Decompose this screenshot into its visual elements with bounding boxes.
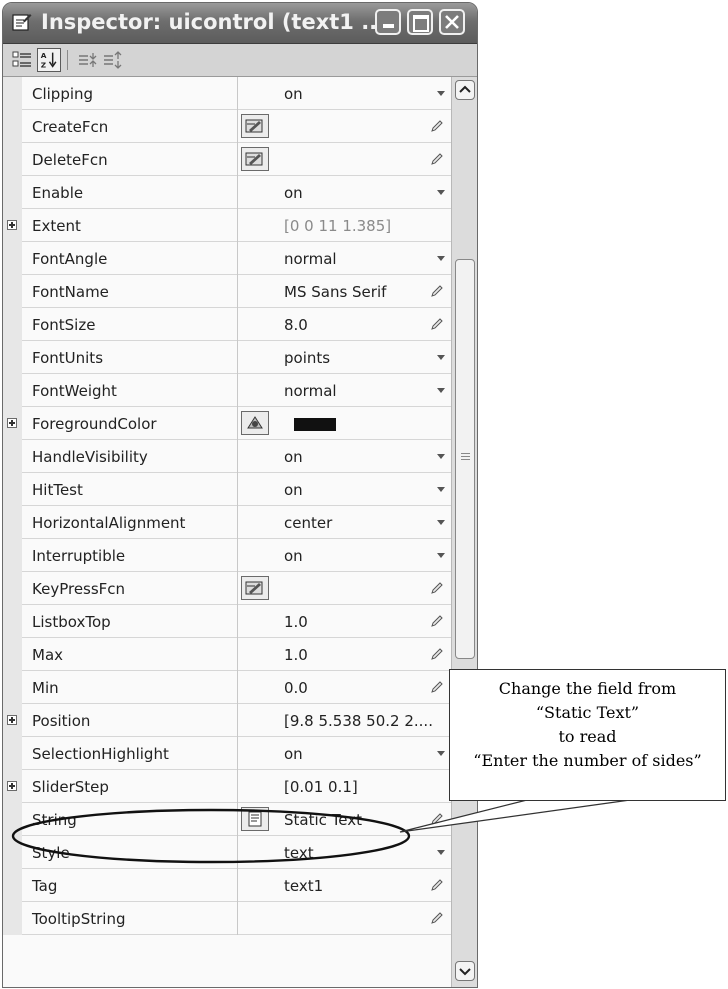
callout-line: “Static Text” — [535, 703, 640, 722]
highlight-ellipse — [11, 808, 411, 864]
callout-line: Change the field from — [498, 679, 677, 698]
instruction-callout: Change the field from “Static Text” to r… — [449, 669, 726, 801]
callout-line: “Enter the number of sides” — [473, 751, 702, 770]
annotation-overlay — [11, 799, 631, 864]
callout-line: to read — [558, 727, 617, 746]
callout-pointer — [399, 799, 631, 833]
